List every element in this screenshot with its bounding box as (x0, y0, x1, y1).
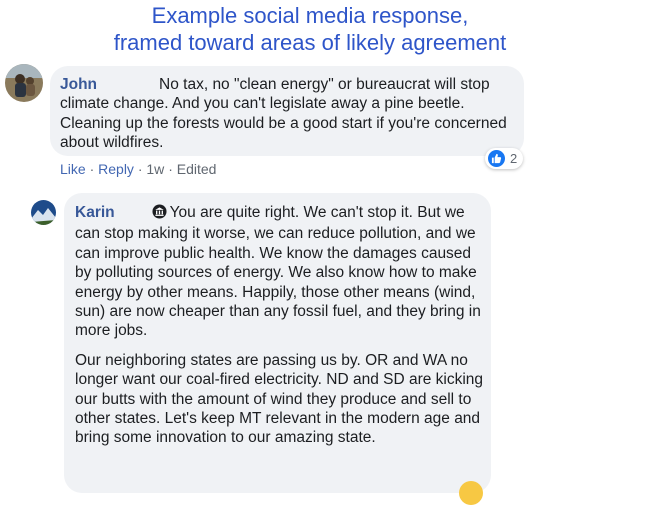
comment-text-karin: Karin You are quite right. We can't stop … (75, 203, 487, 448)
reaction-summary[interactable]: 2 (485, 148, 524, 169)
separator-dot: · (89, 161, 95, 177)
redacted-name (114, 206, 149, 219)
comment-text-john: John No tax, no "clean energy" or bureauc… (60, 75, 522, 153)
avatar-karin[interactable] (31, 200, 56, 225)
comment-author-karin[interactable]: Karin (75, 204, 115, 221)
like-link[interactable]: Like (60, 161, 86, 177)
headline-line-1: Example social media response, (151, 3, 469, 28)
redacted-name (97, 78, 160, 91)
top-fan-badge-icon[interactable] (152, 204, 167, 224)
reaction-emoji-icon[interactable] (459, 481, 483, 505)
comment-text-first: No tax, no "clean energy" or bureaucrat … (159, 76, 490, 93)
comment-paragraph-2: Our neighboring states are passing us by… (75, 351, 484, 447)
comment-actions-john: Like · Reply · 1w · Edited (60, 161, 216, 177)
thumbs-up-icon (488, 150, 505, 167)
comment-paragraph-1: Karin You are quite right. We can't stop … (75, 203, 487, 341)
comment-author-john[interactable]: John (60, 76, 97, 93)
headline-line-2: framed toward areas of likely agreement (113, 30, 507, 55)
reply-link[interactable]: Reply (98, 161, 134, 177)
headline: Example social media response, framed to… (0, 2, 620, 56)
edited-label[interactable]: Edited (177, 161, 217, 177)
separator-dot: · (137, 161, 143, 177)
comment-text-rest: climate change. And you can't legislate … (60, 95, 507, 152)
avatar-john[interactable] (5, 64, 43, 102)
comment-para-1-text: You are quite right. We can't stop it. B… (75, 204, 481, 340)
reaction-count: 2 (510, 151, 518, 166)
separator-dot: · (168, 161, 173, 177)
timestamp[interactable]: 1w (146, 161, 164, 177)
